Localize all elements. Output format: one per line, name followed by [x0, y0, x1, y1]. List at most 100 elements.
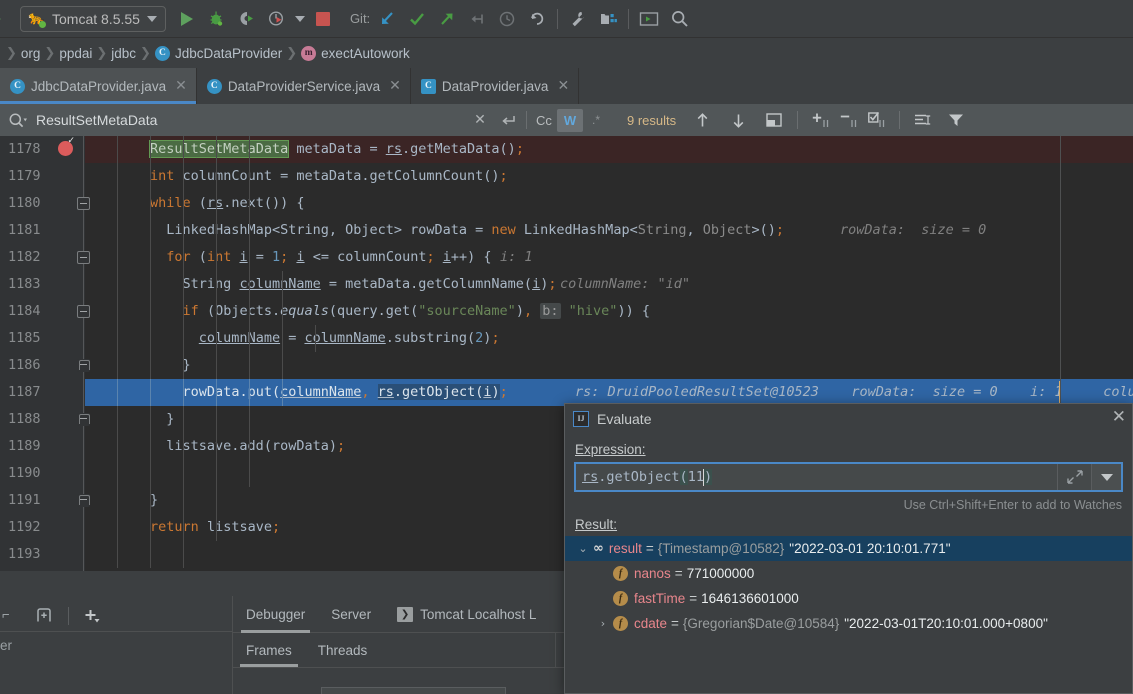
remove-line-button[interactable] — [835, 106, 863, 134]
expression-input[interactable]: rs .getObject(11) — [576, 464, 1057, 490]
tree-row-result[interactable]: ⌄ ∞ result = {Timestamp@10582} "2022-03-… — [565, 536, 1132, 561]
arrow-up-icon — [697, 112, 708, 126]
tab-frames[interactable]: Frames — [233, 633, 305, 667]
tab-label: JdbcDataProvider.java — [31, 78, 167, 94]
close-icon[interactable]: ✕ — [1112, 409, 1126, 426]
breadcrumb-chevron-icon: ❯ — [286, 45, 298, 61]
line-number: 1180 — [8, 195, 41, 211]
find-next-button[interactable] — [724, 106, 752, 134]
words-toggle[interactable]: W — [557, 108, 583, 132]
add-line-above-button[interactable] — [807, 106, 835, 134]
line-number: 1184 — [8, 303, 41, 319]
tree-row-cdate[interactable]: › f cdate = {Gregorian$Date@10584} "2022… — [565, 611, 1132, 636]
tab-threads[interactable]: Threads — [305, 633, 381, 667]
stop-button[interactable] — [308, 4, 338, 34]
settings-button[interactable] — [563, 4, 593, 34]
breadcrumb-item-jdbc[interactable]: jdbc — [111, 46, 136, 61]
object-value-icon: ∞ — [593, 541, 604, 556]
inline-hint-execution: rs: DruidPooledResultSet@10523 rowData: … — [575, 384, 1133, 400]
tab-label: DataProvider.java — [441, 78, 549, 94]
run-configuration-selector[interactable]: 🐆 Tomcat 8.5.55 — [20, 5, 166, 32]
tab-server[interactable]: Server — [318, 596, 384, 633]
inline-hint-rowdata: rowData: size = 0 — [840, 222, 987, 238]
select-all-icon — [766, 113, 782, 127]
run-with-coverage-button[interactable] — [232, 4, 262, 34]
code-line-1184[interactable]: 1184 if (Objects.equals(query.get("sourc… — [0, 298, 1133, 325]
add-button[interactable] — [79, 603, 107, 629]
watches-hint: Use Ctrl+Shift+Enter to add to Watches — [903, 498, 1122, 512]
expand-editor-button[interactable] — [1057, 464, 1091, 490]
code-line-1183[interactable]: 1183 String columnName = metaData.getCol… — [0, 271, 1133, 298]
profiler-button[interactable] — [262, 4, 292, 34]
git-update-project-button[interactable] — [372, 4, 402, 34]
tree-row-nanos[interactable]: f nanos = 771000000 — [565, 561, 1132, 586]
close-icon[interactable]: ✕ — [389, 78, 401, 94]
breadcrumb-item-exectautowork[interactable]: m exectAutowork — [301, 45, 410, 61]
git-label: Git: — [349, 11, 371, 26]
chevron-down-icon[interactable]: ⌄ — [573, 542, 593, 555]
tab-tomcat-localhost-log[interactable]: ❯ Tomcat Localhost L — [384, 596, 549, 633]
inline-hint-columnname: columnName: "id" — [560, 276, 691, 292]
toggle-multiline-button[interactable] — [494, 106, 522, 134]
breadcrumb-item-ppdai[interactable]: ppdai — [59, 46, 92, 61]
git-history-button[interactable] — [492, 4, 522, 34]
result-tree[interactable]: ⌄ ∞ result = {Timestamp@10582} "2022-03-… — [565, 536, 1132, 636]
breadcrumb-label: ppdai — [59, 45, 93, 61]
expression-input-row[interactable]: rs .getObject(11) — [574, 462, 1123, 492]
breakpoint-icon[interactable] — [58, 136, 75, 156]
find-previous-button[interactable] — [688, 106, 716, 134]
match-case-toggle[interactable]: Cc — [531, 109, 557, 132]
frames-combo[interactable] — [321, 687, 506, 694]
toggle-lines-button[interactable] — [863, 106, 891, 134]
search-everywhere-button[interactable] — [664, 4, 694, 34]
tab-dataproviderservice[interactable]: C DataProviderService.java ✕ — [197, 68, 411, 104]
new-watch-button[interactable] — [30, 603, 58, 629]
code-line-1178[interactable]: 1178 ResultSetMetaData metaData = rs.get… — [0, 136, 1133, 163]
tab-jdbcdataprovider[interactable]: C JdbcDataProvider.java ✕ — [0, 68, 197, 104]
tree-row-fasttime[interactable]: f fastTime = 1646136601000 — [565, 586, 1132, 611]
clear-search-button[interactable]: ✕ — [466, 106, 494, 134]
code-line-1187[interactable]: 1187 rowData.put(columnName, rs.getObjec… — [0, 379, 1133, 406]
code-line-1179[interactable]: 1179 int columnCount = metaData.getColum… — [0, 163, 1133, 190]
code-line-1185[interactable]: 1185 columnName = columnName.substring(2… — [0, 325, 1133, 352]
code-line-1186[interactable]: 1186 } — [0, 352, 1133, 379]
git-commit-button[interactable] — [402, 4, 432, 34]
search-input-wrapper[interactable] — [36, 112, 406, 128]
breadcrumb-item-org[interactable]: org — [21, 46, 41, 61]
regex-toggle[interactable]: .* — [583, 109, 609, 132]
results-count: 9 results — [627, 112, 677, 128]
tab-dataprovider[interactable]: C DataProvider.java ✕ — [411, 68, 580, 104]
code-line-1181[interactable]: 1181 LinkedHashMap<String, Object> rowDa… — [0, 217, 1133, 244]
git-update-selected-button[interactable] — [462, 4, 492, 34]
debug-panel-right: Debugger Server ❯ Tomcat Localhost L Fra… — [233, 596, 564, 694]
close-icon[interactable]: ✕ — [557, 78, 569, 94]
run-button[interactable] — [172, 4, 202, 34]
debug-button[interactable] — [202, 4, 232, 34]
search-input[interactable] — [36, 112, 406, 128]
expand-diagonal-icon — [1066, 470, 1083, 484]
select-all-occurrences-button[interactable] — [760, 106, 788, 134]
terminal-button[interactable] — [634, 4, 664, 34]
close-icon: ✕ — [474, 112, 486, 128]
tab-debugger[interactable]: Debugger — [233, 596, 318, 633]
navigate-back-icon[interactable] — [0, 12, 8, 26]
editor-right-divider — [1060, 136, 1061, 406]
profiler-dropdown-button[interactable] — [292, 4, 308, 34]
breadcrumb-item-jdbcdataprovider[interactable]: C JdbcDataProvider — [154, 45, 282, 61]
filter-button[interactable] — [942, 106, 970, 134]
chevron-right-icon[interactable]: › — [593, 617, 613, 630]
close-icon[interactable]: ✕ — [175, 78, 187, 94]
line-number: 1179 — [8, 168, 41, 184]
project-structure-button[interactable] — [593, 4, 623, 34]
code-text: LinkedHashMap<String, Object> rowData = … — [166, 222, 785, 238]
git-rollback-button[interactable] — [522, 4, 552, 34]
chevron-down-icon[interactable] — [146, 15, 157, 22]
filter-in-selection-button[interactable] — [908, 106, 936, 134]
git-push-button[interactable] — [432, 4, 462, 34]
code-line-1180[interactable]: 1180 while (rs.next()) { — [0, 190, 1133, 217]
result-label: Result: — [565, 515, 1132, 536]
code-line-1182[interactable]: 1182 for (int i = 1; i <= columnCount; i… — [0, 244, 1133, 271]
expression-history-dropdown[interactable] — [1091, 464, 1121, 490]
tree-node-value: 1646136601000 — [701, 591, 799, 606]
search-dropdown-button[interactable] — [8, 112, 27, 129]
